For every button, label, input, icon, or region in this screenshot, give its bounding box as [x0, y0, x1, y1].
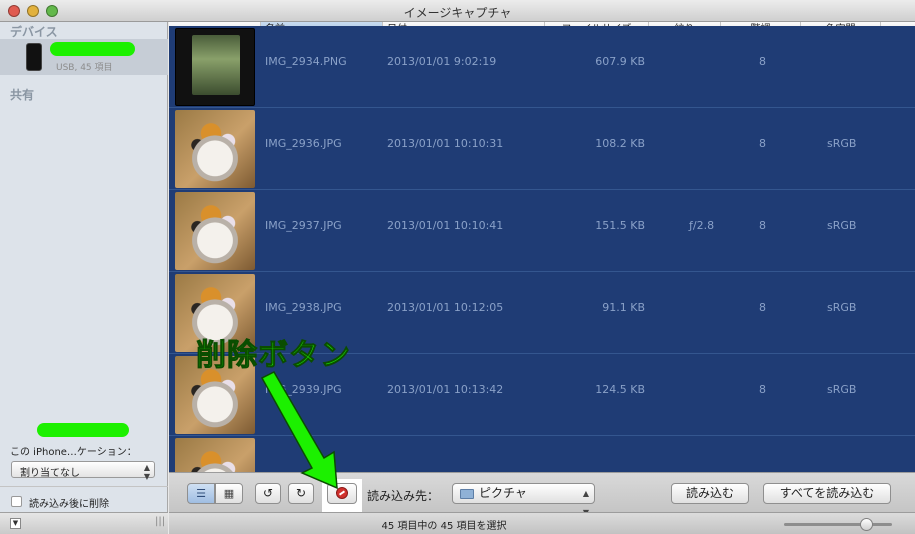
selection-status: 45 項目中の 45 項目を選択 [381, 521, 507, 532]
file-name: IMG_2938.JPG [265, 301, 342, 314]
delete-after-import-checkbox[interactable] [11, 496, 22, 507]
table-row[interactable]: IMG_2934.PNG 2013/01/01 9:02:19 607.9 KB… [169, 26, 915, 108]
file-depth: 8 [759, 301, 766, 314]
list-icon: ☰ [196, 487, 206, 500]
import-button[interactable]: 読み込む [671, 483, 749, 504]
connect-app-label: この iPhone…ケーション： [10, 447, 137, 458]
file-date: 2013/01/01 10:12:05 [387, 301, 504, 314]
file-name: IMG_2937.JPG [265, 219, 342, 232]
updown-arrows-icon: ▲▼ [143, 463, 150, 481]
thumbnail-image [175, 438, 255, 472]
file-date: 2013/01/01 9:02:19 [387, 55, 497, 68]
rotate-right-icon: ↻ [295, 486, 307, 500]
file-colorspace: sRGB [827, 383, 857, 396]
import-all-button[interactable]: すべてを読み込む [763, 483, 891, 504]
delete-icon [336, 487, 348, 499]
table-row[interactable]: IMG_2937.JPG 2013/01/01 10:10:41 151.5 K… [169, 190, 915, 272]
file-name: IMG_2934.PNG [265, 55, 347, 68]
file-name: IMG_2936.JPG [265, 137, 342, 150]
delete-after-import-label: 読み込み後に削除 [29, 499, 109, 510]
grid-view-button[interactable]: ▦ [215, 483, 243, 504]
thumbnail-image [175, 192, 255, 270]
device-subtitle: USB, 45 項目 [56, 63, 113, 73]
file-size: 151.5 KB [595, 219, 645, 232]
resize-grip-icon[interactable]: ||| [155, 516, 165, 527]
thumbnail-image [175, 110, 255, 188]
thumbnail-size-slider[interactable] [784, 523, 892, 526]
destination-value: ピクチャ [479, 486, 527, 500]
file-depth: 8 [759, 55, 766, 68]
rotate-right-button[interactable]: ↻ [288, 483, 314, 504]
file-date: 2013/01/01 10:10:31 [387, 137, 504, 150]
delete-button[interactable] [327, 483, 357, 504]
file-fstop: ƒ/2.8 [689, 219, 715, 232]
window-title: イメージキャプチャ [403, 6, 512, 20]
file-colorspace: sRGB [827, 137, 857, 150]
device-name-redacted: iPhone [50, 42, 135, 56]
sidebar: デバイス iPhone USB, 45 項目 共有 owner この iPhon… [0, 22, 168, 534]
import-destination-label: 読み込み先： [367, 489, 440, 503]
image-list[interactable]: 名前 ▲ 日付 ファイルサイズ 絞り 階調 色空間 IMG_2934.PNG 2… [169, 22, 915, 472]
file-size: 108.2 KB [595, 137, 645, 150]
file-name: IMG_2939.JPG [265, 383, 342, 396]
thumbnail-image [175, 28, 255, 106]
owner-name-redacted: owner [37, 423, 129, 437]
file-date: 2013/01/01 10:10:41 [387, 219, 504, 232]
iphone-icon [26, 43, 42, 71]
list-view-button[interactable]: ☰ [187, 483, 215, 504]
file-size: 607.9 KB [595, 55, 645, 68]
thumbnail-size-slider-knob[interactable] [860, 518, 873, 531]
device-menu-button[interactable]: ▼ [10, 518, 21, 529]
sidebar-divider [0, 486, 168, 487]
devices-heading: デバイス [10, 25, 58, 39]
connect-app-value: 割り当てなし [20, 468, 80, 479]
table-row[interactable]: IMG_2936.JPG 2013/01/01 10:10:31 108.2 K… [169, 108, 915, 190]
file-date: 2013/01/01 10:13:42 [387, 383, 504, 396]
bottom-toolbar: ☰ ▦ ↺ ↻ 読み込み先： ピクチャ ▲▼ 読み込む すべてを読み込む [169, 472, 915, 517]
file-depth: 8 [759, 383, 766, 396]
table-row[interactable] [169, 436, 915, 472]
file-size: 91.1 KB [602, 301, 645, 314]
file-depth: 8 [759, 219, 766, 232]
rotate-left-button[interactable]: ↺ [255, 483, 281, 504]
status-bar: 45 項目中の 45 項目を選択 [169, 512, 915, 534]
connect-app-select[interactable]: 割り当てなし ▲ ▼ [11, 461, 155, 481]
rotate-left-icon: ↺ [262, 486, 274, 500]
import-destination-select[interactable]: ピクチャ ▲▼ [452, 483, 595, 517]
sidebar-item-device[interactable]: iPhone USB, 45 項目 [0, 39, 168, 75]
file-colorspace: sRGB [827, 301, 857, 314]
sidebar-bottom-bar: ▼ ||| [0, 512, 168, 534]
title-bar: イメージキャプチャ [0, 0, 915, 22]
file-depth: 8 [759, 137, 766, 150]
delete-button-callout: 削除ボタン [196, 338, 351, 374]
file-colorspace: sRGB [827, 219, 857, 232]
shared-heading: 共有 [10, 88, 35, 102]
grid-icon: ▦ [223, 487, 235, 500]
folder-icon [460, 489, 474, 499]
image-capture-window: イメージキャプチャ デバイス iPhone USB, 45 項目 共有 owne… [0, 0, 915, 534]
file-size: 124.5 KB [595, 383, 645, 396]
